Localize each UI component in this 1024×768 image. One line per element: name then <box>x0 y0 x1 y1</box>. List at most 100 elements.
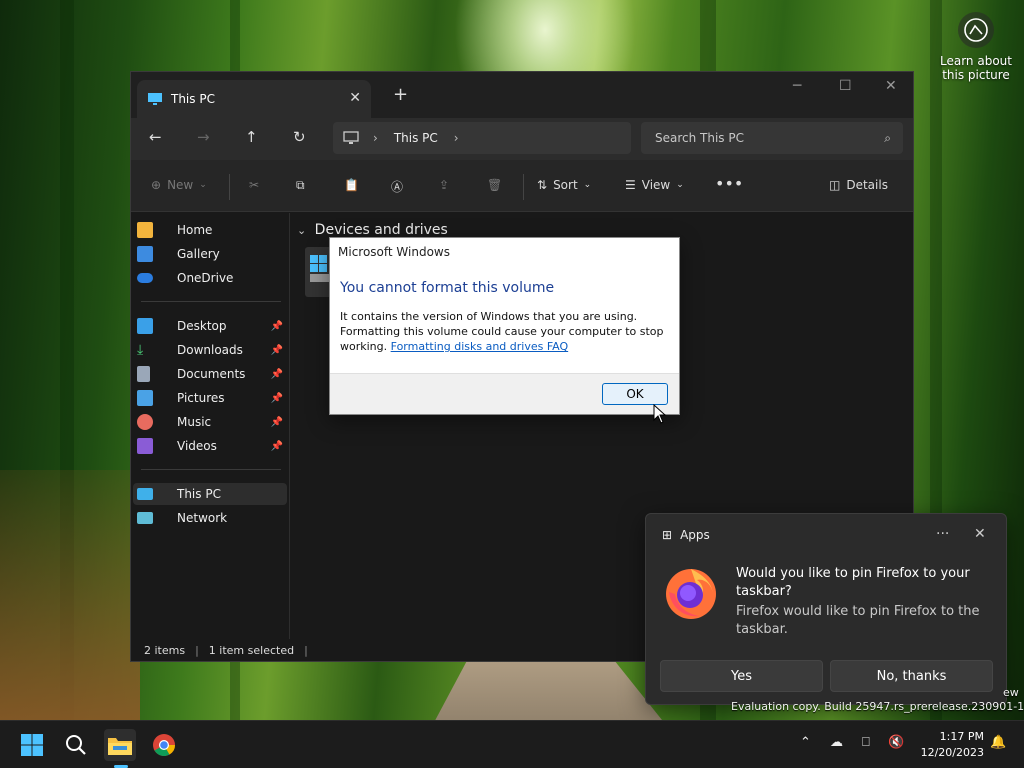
home-icon <box>137 222 153 238</box>
chevron-right-icon[interactable]: › <box>454 131 459 145</box>
nav-item-onedrive[interactable]: OneDrive <box>133 267 287 289</box>
pin-icon[interactable]: 📌 <box>271 345 283 356</box>
notification-bell-icon[interactable]: 🔔 <box>990 735 1006 750</box>
camera-icon <box>958 12 994 48</box>
learn-label-line1: Learn about <box>940 54 1012 68</box>
paste-icon[interactable]: 📋 <box>344 178 359 192</box>
dialog-heading: You cannot format this volume <box>340 280 555 296</box>
nav-item-music[interactable]: Music 📌 <box>133 411 287 433</box>
minimize-icon[interactable]: ─ <box>793 78 801 94</box>
nav-item-pictures[interactable]: Pictures 📌 <box>133 387 287 409</box>
videos-icon <box>137 438 153 454</box>
taskbar-chrome[interactable] <box>148 729 180 761</box>
chevron-right-icon: › <box>373 131 378 145</box>
divider <box>229 174 230 200</box>
close-window-icon[interactable]: ✕ <box>885 78 897 94</box>
nav-item-desktop[interactable]: Desktop 📌 <box>133 315 287 337</box>
nav-label: Videos <box>177 439 217 453</box>
pin-icon[interactable]: 📌 <box>271 369 283 380</box>
search-input[interactable]: Search This PC <box>655 131 744 145</box>
start-button[interactable] <box>16 729 48 761</box>
volume-muted-icon[interactable]: 🔇 <box>888 735 904 750</box>
rename-icon[interactable]: Ⓐ <box>391 178 403 195</box>
pin-icon[interactable]: 📌 <box>271 417 283 428</box>
forward-arrow-icon[interactable]: → <box>197 128 210 146</box>
divider <box>141 469 281 470</box>
network-icon[interactable]: ⎕ <box>862 735 870 750</box>
details-label: Details <box>846 178 888 192</box>
dialog-footer: OK <box>330 373 679 414</box>
refresh-icon[interactable]: ↻ <box>293 128 306 146</box>
copy-icon[interactable]: ⧉ <box>296 178 305 193</box>
dialog-title: Microsoft Windows <box>338 245 450 259</box>
address-bar[interactable]: › This PC › <box>333 122 631 154</box>
maximize-icon[interactable]: ☐ <box>839 78 852 94</box>
more-options-icon[interactable]: ··· <box>936 526 949 542</box>
close-tab-icon[interactable]: ✕ <box>349 90 361 106</box>
view-label: View <box>641 178 671 192</box>
nav-item-network[interactable]: Network <box>133 507 287 529</box>
pin-icon[interactable]: 📌 <box>271 393 283 404</box>
clock[interactable]: 1:17 PM 12/20/2023 <box>910 729 984 761</box>
nav-item-gallery[interactable]: Gallery <box>133 243 287 265</box>
yes-button[interactable]: Yes <box>660 660 823 692</box>
search-box[interactable]: Search This PC ⌕ <box>641 122 903 154</box>
taskbar-file-explorer[interactable] <box>104 729 136 761</box>
learn-about-picture[interactable]: Learn about this picture <box>936 12 1016 82</box>
toast-body: Firefox would like to pin Firefox to the… <box>736 604 980 637</box>
dialog-message-prefix: working. <box>340 340 388 353</box>
nav-item-downloads[interactable]: ⤓ Downloads 📌 <box>133 339 287 361</box>
nav-label: Downloads <box>177 343 243 357</box>
taskbar: ⌃ ☁ ⎕ 🔇 1:17 PM 12/20/2023 🔔 <box>0 720 1024 768</box>
onedrive-offline-icon[interactable]: ☁ <box>830 735 843 750</box>
pin-icon[interactable]: 📌 <box>271 441 283 452</box>
faq-link[interactable]: Formatting disks and drives FAQ <box>391 340 569 353</box>
nav-item-this-pc[interactable]: This PC <box>133 483 287 505</box>
taskbar-search-button[interactable] <box>60 729 92 761</box>
toast-app-name: Apps <box>680 528 710 542</box>
view-button[interactable]: ☰ View ⌄ <box>625 178 684 192</box>
chevron-up-icon[interactable]: ⌃ <box>800 735 811 750</box>
nav-item-videos[interactable]: Videos 📌 <box>133 435 287 457</box>
sort-label: Sort <box>553 178 578 192</box>
status-item-count: 2 items <box>144 643 186 657</box>
nav-item-documents[interactable]: Documents 📌 <box>133 363 287 385</box>
share-icon[interactable]: ⇪ <box>439 178 449 192</box>
delete-icon[interactable]: 🗑 <box>487 178 502 192</box>
nav-label: This PC <box>177 487 221 501</box>
chevron-down-icon: ⌄ <box>583 180 592 190</box>
close-icon[interactable]: ✕ <box>974 526 986 542</box>
toast-title: Would you like to pin Firefox to your ta… <box>736 566 970 599</box>
sort-button[interactable]: ⇅ Sort ⌄ <box>537 178 591 192</box>
desktop-icon <box>137 318 153 334</box>
details-button[interactable]: ◫ Details <box>829 178 888 192</box>
breadcrumb-location[interactable]: This PC <box>394 131 438 145</box>
plus-circle-icon: ⊕ <box>151 178 162 192</box>
tab-this-pc[interactable]: This PC ✕ <box>137 80 371 118</box>
back-arrow-icon[interactable]: ← <box>149 128 162 146</box>
dialog-message-line: Formatting this volume could cause your … <box>340 325 664 338</box>
download-icon: ⤓ <box>137 342 144 358</box>
navigation-bar: ← → ↑ ↻ › This PC › Search This PC ⌕ <box>131 118 913 160</box>
search-icon <box>66 735 86 755</box>
new-label: New <box>167 178 194 192</box>
cut-icon[interactable]: ✂ <box>249 178 259 192</box>
watermark-partial: ew <box>1003 686 1019 699</box>
new-tab-button[interactable]: + <box>393 84 408 105</box>
more-options-icon[interactable]: ••• <box>715 174 743 193</box>
status-separator: | <box>195 643 199 657</box>
monitor-icon <box>148 93 162 105</box>
pane-splitter[interactable] <box>289 213 290 639</box>
apps-icon: ⊞ <box>662 528 673 542</box>
dialog-message-line: working. Formatting disks and drives FAQ <box>340 339 669 354</box>
cloud-icon <box>137 273 153 283</box>
ok-button[interactable]: OK <box>602 383 668 405</box>
pin-icon[interactable]: 📌 <box>271 321 283 332</box>
section-header-devices[interactable]: ⌄ Devices and drives <box>297 222 448 238</box>
nav-item-home[interactable]: Home <box>133 219 287 241</box>
chevron-down-icon: ⌄ <box>676 180 684 190</box>
up-arrow-icon[interactable]: ↑ <box>245 128 258 146</box>
no-thanks-button[interactable]: No, thanks <box>830 660 993 692</box>
tab-bar: This PC ✕ + ─ ☐ ✕ <box>131 72 913 118</box>
new-button[interactable]: ⊕ New ⌄ <box>151 178 207 192</box>
